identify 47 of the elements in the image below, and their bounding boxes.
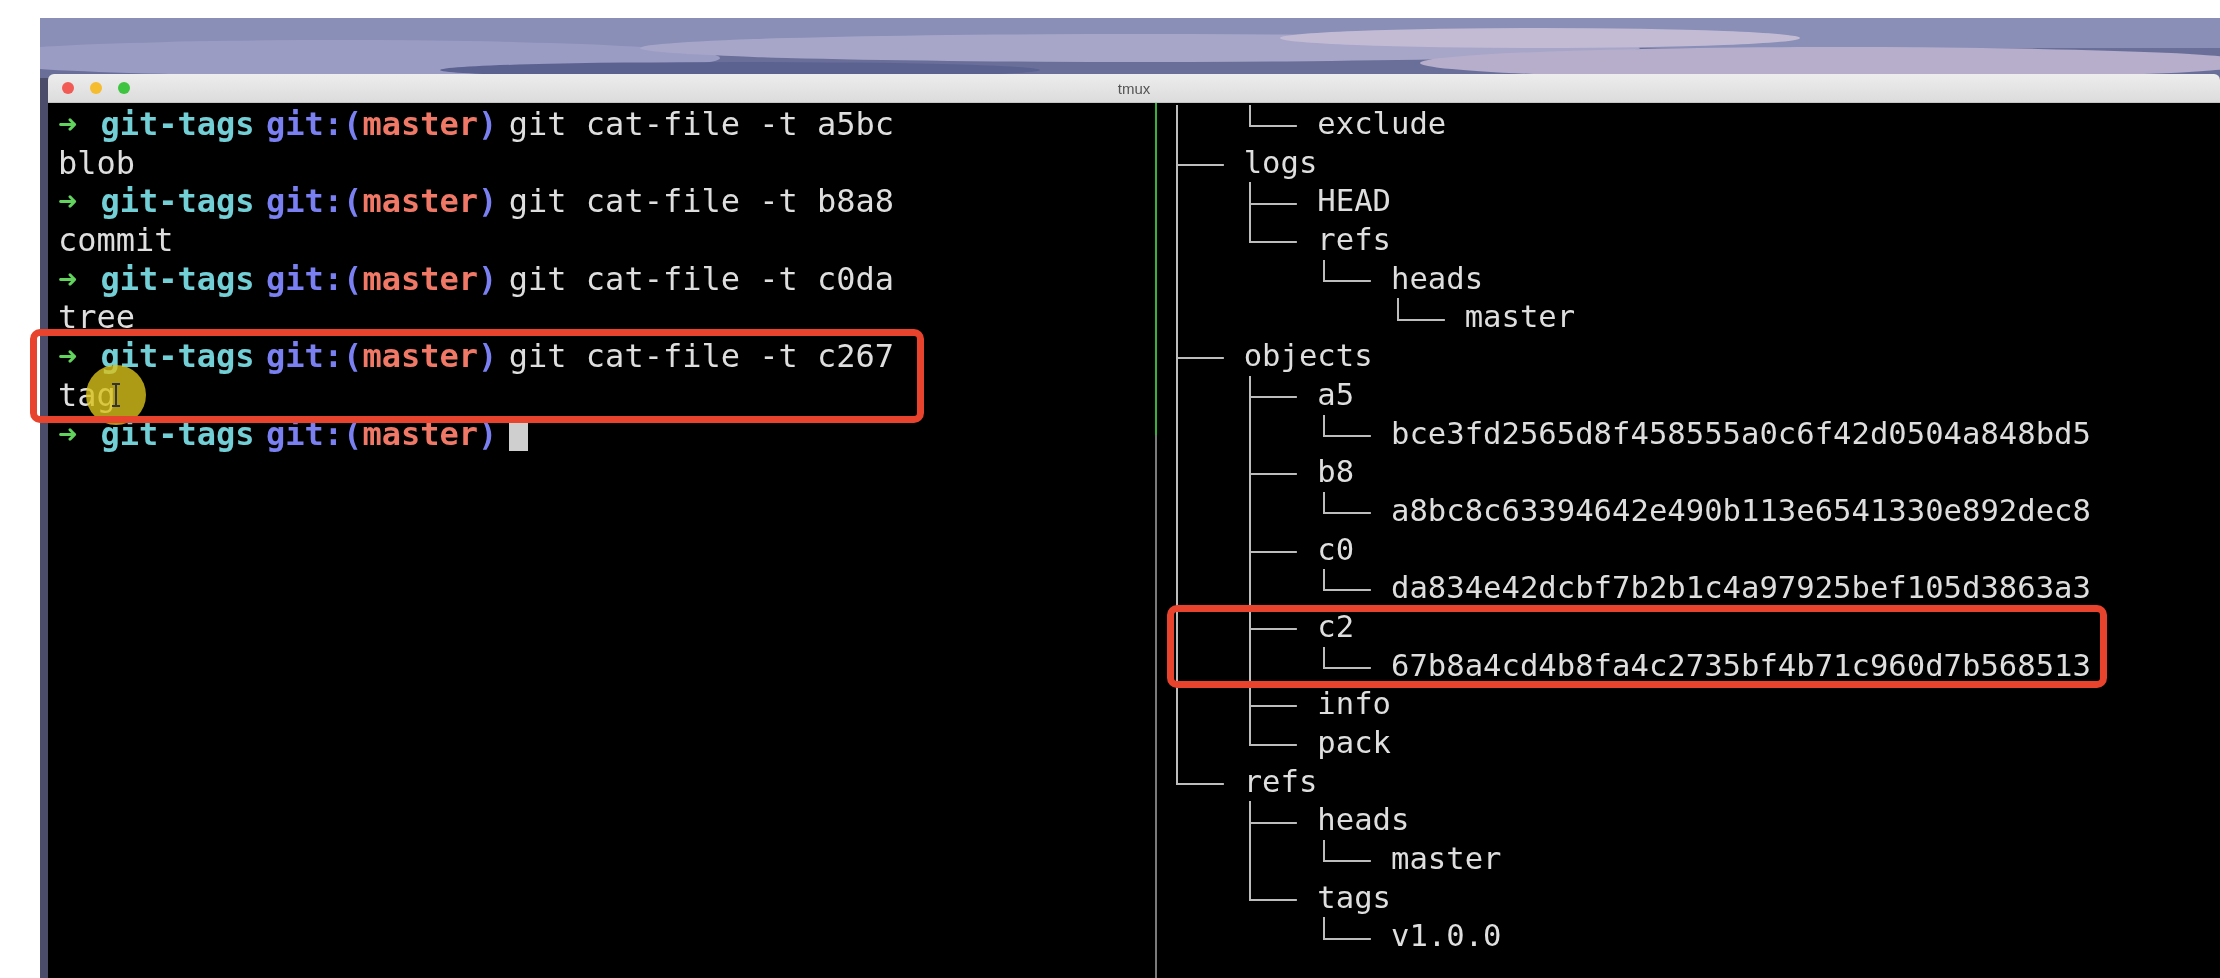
- tree-entry: objects: [1243, 337, 1373, 376]
- tree-entry: tags: [1317, 878, 1392, 917]
- minimize-button[interactable]: [90, 82, 102, 94]
- tree-entry: c2: [1317, 607, 1355, 646]
- prompt-arrow: ➜: [58, 182, 78, 222]
- directory-name: git-tags: [100, 182, 255, 222]
- directory-name: git-tags: [100, 414, 255, 454]
- output-text: tree: [58, 298, 136, 338]
- prompt-arrow: ➜: [58, 105, 78, 144]
- branch-label: git:(master): [266, 105, 498, 144]
- command-text: git cat-file -t c267: [508, 337, 895, 376]
- tree-entry: pack: [1317, 724, 1392, 762]
- tree-entry: da834e42dcbf7b2b1c4a97925bef105d3863a3: [1391, 569, 2091, 608]
- command-text: git cat-file -t c0da: [508, 259, 895, 299]
- output-text: blob: [58, 143, 136, 183]
- directory-name: git-tags: [100, 259, 255, 299]
- branch-label: git:(master): [266, 259, 498, 299]
- tree-entry: heads: [1317, 801, 1410, 840]
- prompt-arrow: ➜: [58, 259, 78, 299]
- output-text: commit: [58, 221, 174, 260]
- tree-entry: refs: [1243, 762, 1318, 801]
- tree-entry: refs: [1317, 221, 1392, 260]
- directory-name: git-tags: [100, 337, 255, 376]
- prompt-arrow: ➜: [58, 337, 78, 376]
- tree-entry: c0: [1317, 530, 1355, 569]
- tree-entry: master: [1391, 840, 1502, 879]
- window-title: tmux: [1117, 79, 1151, 97]
- tree-entry: v1.0.0: [1391, 917, 1502, 956]
- tree-entry: master: [1464, 298, 1576, 337]
- tree-entry: a8bc8c63394642e490b113e6541330e892dec8: [1391, 491, 2091, 530]
- tree-entry: heads: [1391, 259, 1484, 298]
- command-text: git cat-file -t a5bc: [508, 105, 895, 144]
- zoom-button[interactable]: [118, 82, 130, 94]
- tree-entry: info: [1317, 685, 1392, 724]
- directory-name: git-tags: [100, 105, 255, 144]
- prompt-arrow: ➜: [58, 414, 78, 454]
- tree-entry: b8: [1317, 453, 1355, 492]
- tree-entry: HEAD: [1317, 182, 1392, 221]
- branch-label: git:(master): [266, 182, 498, 222]
- tree-entry: exclude: [1317, 105, 1447, 143]
- command-text: git cat-file -t b8a8: [508, 182, 895, 222]
- tree-entry: bce3fd2565d8f458555a0c6f42d0504a848bd5: [1391, 414, 2091, 453]
- branch-label: git:(master): [266, 337, 498, 376]
- close-button[interactable]: [62, 82, 74, 94]
- tree-entry: logs: [1243, 143, 1318, 182]
- tree-entry: a5: [1317, 375, 1355, 414]
- tree-entry: 67b8a4cd4b8fa4c2735bf4b71c960d7b568513: [1391, 646, 2091, 685]
